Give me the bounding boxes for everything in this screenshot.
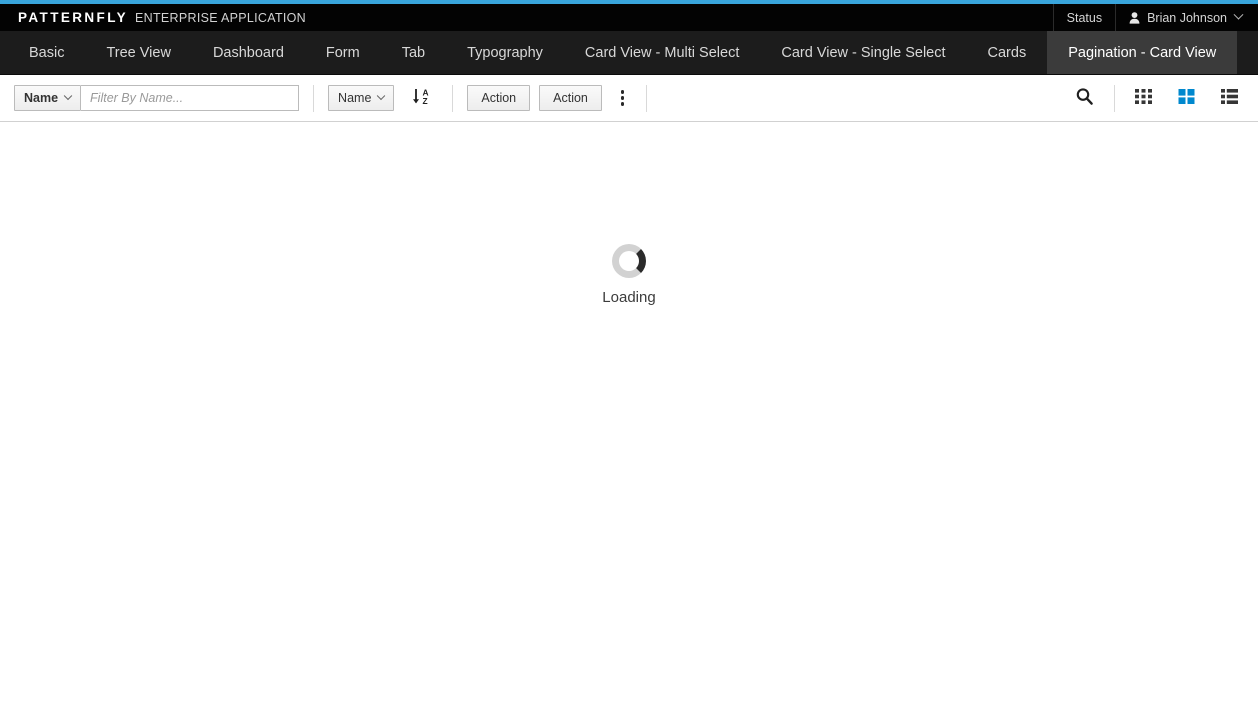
nav-label: Typography xyxy=(467,44,543,61)
content-area: Loading xyxy=(0,122,1258,711)
nav-label: Dashboard xyxy=(212,44,284,61)
nav-item-form[interactable]: Form xyxy=(305,31,381,74)
filter-field-label: Name xyxy=(24,91,59,105)
nav-label: Card View - Multi Select xyxy=(584,44,740,61)
filter-input[interactable] xyxy=(81,85,300,111)
filter-field-dropdown[interactable]: Name xyxy=(14,85,82,111)
chevron-down-icon xyxy=(63,91,73,101)
nav-label: Form xyxy=(325,44,360,61)
search-button[interactable] xyxy=(1069,83,1100,113)
nav-item-tree-view[interactable]: Tree View xyxy=(85,31,191,74)
card-view-toggle[interactable] xyxy=(1172,84,1201,112)
nav-item-tab[interactable]: Tab xyxy=(381,31,446,74)
status-menu-item[interactable]: Status xyxy=(1052,4,1115,31)
spinner-icon xyxy=(612,244,646,278)
masthead-utility-nav: Status Brian Johnson xyxy=(1052,4,1258,31)
nav-item-pagination-card-view[interactable]: Pagination - Card View xyxy=(1047,31,1238,74)
nav-label: Basic xyxy=(29,44,65,61)
filter-input-group: Name xyxy=(14,85,300,111)
sort-field-dropdown[interactable]: Name xyxy=(328,85,395,111)
grid-3x3-icon xyxy=(1135,88,1152,108)
sort-alpha-asc-icon: A Z xyxy=(412,87,432,109)
view-toggle-group xyxy=(1129,84,1244,112)
action-label: Action xyxy=(553,91,588,105)
user-menu[interactable]: Brian Johnson xyxy=(1115,4,1258,31)
toolbar-divider xyxy=(313,84,315,112)
nav-item-dashboard[interactable]: Dashboard xyxy=(192,31,305,74)
brand-logo[interactable]: PATTERNFLY ENTERPRISE APPLICATION xyxy=(0,10,306,25)
user-name-label: Brian Johnson xyxy=(1147,10,1227,25)
loading-indicator: Loading xyxy=(0,244,1258,306)
nav-item-card-view-multi-select[interactable]: Card View - Multi Select xyxy=(564,31,760,74)
nav-item-cards[interactable]: Cards xyxy=(967,31,1048,74)
masthead: PATTERNFLY ENTERPRISE APPLICATION Status… xyxy=(0,4,1258,31)
chevron-down-icon xyxy=(377,91,386,101)
chevron-down-icon xyxy=(1233,9,1244,20)
table-view-toggle[interactable] xyxy=(1129,84,1158,112)
list-view-toggle[interactable] xyxy=(1215,84,1244,112)
toolbar-divider xyxy=(646,84,648,112)
toolbar-right-group xyxy=(1069,83,1244,113)
action-button-1[interactable]: Action xyxy=(467,85,531,111)
search-icon xyxy=(1075,87,1094,109)
action-label: Action xyxy=(481,91,517,105)
nav-item-basic[interactable]: Basic xyxy=(8,31,85,74)
action-button-2[interactable]: Action xyxy=(539,85,602,111)
toolbar-divider xyxy=(452,84,454,112)
brand-primary-text: PATTERNFLY xyxy=(18,10,129,25)
nav-item-typography[interactable]: Typography xyxy=(446,31,564,74)
nav-label: Cards xyxy=(987,44,1027,61)
svg-text:Z: Z xyxy=(423,96,428,106)
loading-text: Loading xyxy=(602,289,656,306)
filter-toolbar: Name Name A Z xyxy=(0,75,1258,122)
nav-label: Card View - Single Select xyxy=(781,44,946,61)
nav-label: Pagination - Card View xyxy=(1068,44,1217,61)
app-window: PATTERNFLY ENTERPRISE APPLICATION Status… xyxy=(0,0,1258,711)
primary-navigation: Basic Tree View Dashboard Form Tab Typog… xyxy=(0,31,1258,75)
user-icon xyxy=(1129,11,1140,24)
nav-label: Tab xyxy=(401,44,426,61)
nav-label: Tree View xyxy=(106,44,171,61)
brand-secondary-text: ENTERPRISE APPLICATION xyxy=(135,11,307,25)
list-icon xyxy=(1221,88,1238,108)
nav-item-card-view-single-select[interactable]: Card View - Single Select xyxy=(760,31,966,74)
toolbar-divider xyxy=(1114,84,1115,112)
toolbar-left-group: Name Name A Z xyxy=(14,84,661,112)
sort-field-label: Name xyxy=(338,91,372,105)
grid-2x2-icon xyxy=(1178,88,1195,108)
sort-direction-button[interactable]: A Z xyxy=(406,87,438,109)
kebab-vertical-icon[interactable] xyxy=(613,88,633,108)
status-label: Status xyxy=(1066,10,1103,25)
